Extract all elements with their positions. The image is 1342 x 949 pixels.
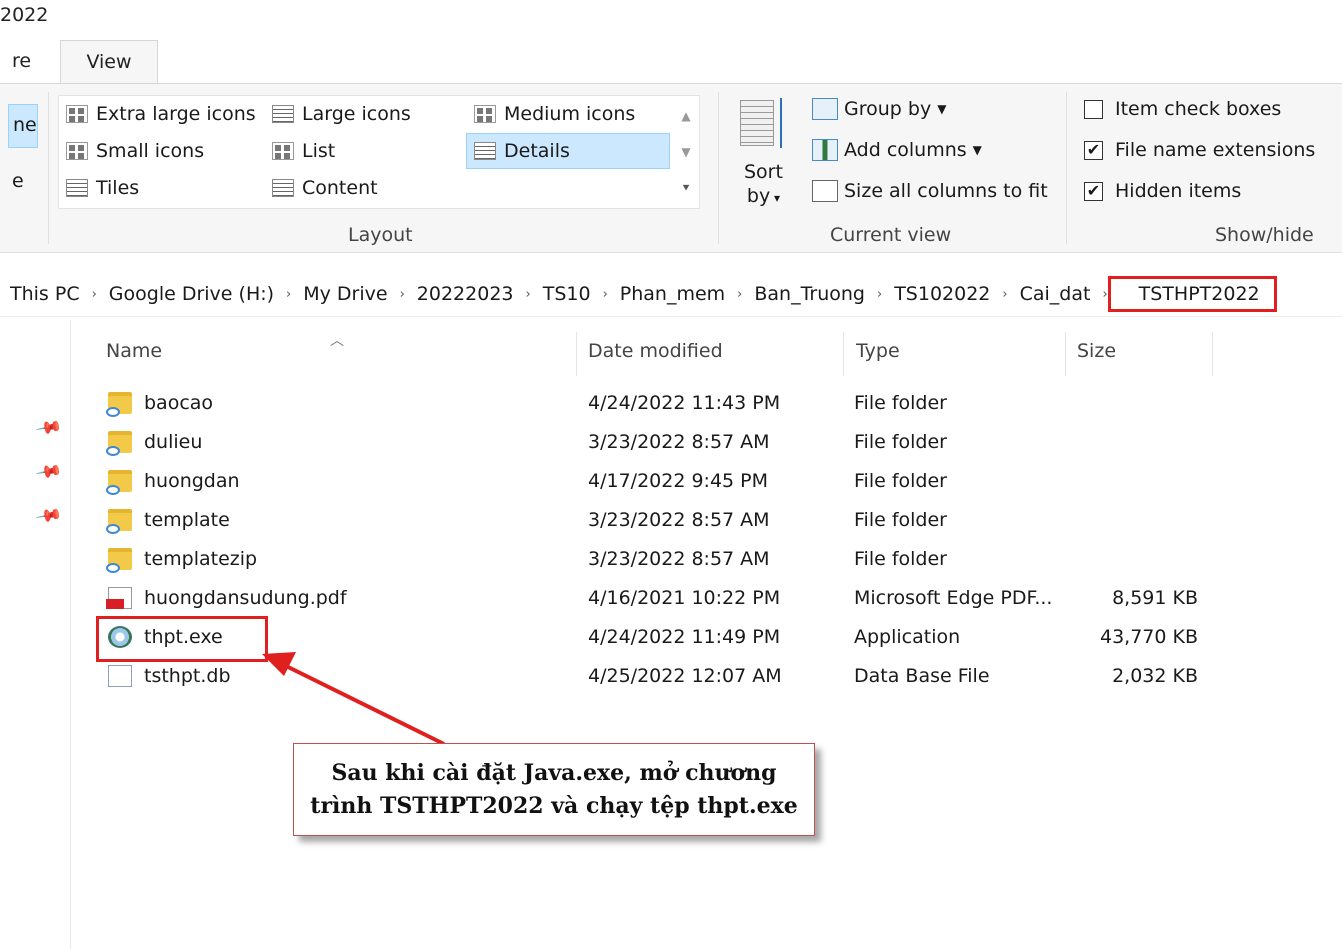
callout-line-2: trình TSTHPT2022 và chạy tệp thpt.exe: [310, 792, 798, 819]
callout-line-1: Sau khi cài đặt Java.exe, mở chương: [331, 759, 777, 786]
instruction-callout: Sau khi cài đặt Java.exe, mở chương trìn…: [293, 743, 815, 836]
arrow-shaft: [281, 662, 445, 746]
arrow-head: [262, 652, 296, 676]
